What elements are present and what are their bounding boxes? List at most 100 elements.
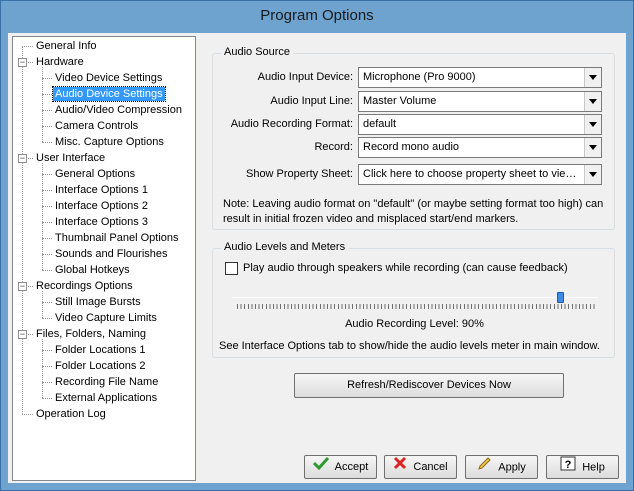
tree-item[interactable]: Folder Locations 2 [53,359,148,373]
tree-item[interactable]: Interface Options 3 [53,215,150,229]
cancel-label: Cancel [413,461,448,474]
program-options-window: Program Options General Info Hardware − Vid… [0,0,634,491]
property-sheet-select[interactable]: Click here to choose property sheet to v… [358,164,602,185]
tree-connector [42,142,52,143]
tree-item[interactable]: Camera Controls [53,119,140,133]
tree-item[interactable]: Audio Device Settings [52,86,166,102]
tree-item[interactable]: Global Hotkeys [53,263,132,277]
tree-item[interactable]: General Info [34,39,99,53]
record-value: Record mono audio [363,141,460,153]
audio-recording-format-value: default [363,118,397,130]
window-frame-left [1,33,8,490]
refresh-devices-button[interactable]: Refresh/Rediscover Devices Now [294,373,564,398]
recording-level-track[interactable] [232,297,598,298]
tree-connector [42,291,43,318]
tree-connector [42,254,52,255]
svg-text:?: ? [565,459,572,471]
tree-connector [42,302,52,303]
audio-input-line-label: Audio Input Line: [270,95,353,107]
checkmark-icon [312,456,329,478]
title-bar[interactable]: Program Options [1,1,633,33]
audio-input-device-label: Audio Input Device: [257,71,353,83]
tree-item[interactable]: Video Device Settings [53,71,164,85]
tree-item[interactable]: Folder Locations 1 [53,343,148,357]
options-tree[interactable]: General Info Hardware − Video Device Settin… [12,36,196,481]
tree-connector [22,46,33,47]
chevron-down-icon[interactable] [584,138,601,157]
tree-connector [42,270,52,271]
tree-connector [42,366,52,367]
play-through-label[interactable]: Play audio through speakers while record… [243,262,568,274]
audio-source-group: Audio Source Audio Input Device: Microph… [212,46,615,230]
tree-connector [42,206,52,207]
accept-label: Accept [334,461,369,474]
window-title: Program Options [260,7,374,24]
tree-connector [42,94,52,95]
record-select[interactable]: Record mono audio [358,137,602,158]
tree-item[interactable]: Sounds and Flourishes [53,247,170,261]
tree-item[interactable]: Interface Options 2 [53,199,150,213]
tree-item[interactable]: Misc. Capture Options [53,135,166,149]
collapse-icon[interactable]: − [18,58,27,67]
recording-level-ticks [237,304,595,309]
window-frame-bottom [1,483,633,490]
chevron-down-icon[interactable] [584,115,601,134]
tree-connector [42,78,52,79]
chevron-down-icon[interactable] [584,68,601,87]
audio-input-line-value: Master Volume [363,95,437,107]
apply-label: Apply [498,461,526,474]
tree-item[interactable]: Hardware [34,55,86,69]
tree-connector [42,238,52,239]
audio-recording-format-select[interactable]: default [358,114,602,135]
accept-button[interactable]: Accept [304,455,377,479]
audio-levels-title: Audio Levels and Meters [221,241,349,253]
tree-connector [42,222,52,223]
audio-format-note: Note: Leaving audio format on "default" … [223,198,604,225]
recording-level-slider-thumb[interactable] [557,292,565,303]
tree-item[interactable]: Still Image Bursts [53,295,143,309]
tree-connector [42,350,52,351]
tree-connector [42,318,52,319]
tree-item[interactable]: Recording File Name [53,375,160,389]
collapse-icon[interactable]: − [18,154,27,163]
tree-item[interactable]: Recordings Options [34,279,135,293]
chevron-down-icon[interactable] [584,92,601,111]
tree-item[interactable]: Video Capture Limits [53,311,159,325]
audio-input-device-value: Microphone (Pro 9000) [363,71,476,83]
audio-source-title: Audio Source [221,46,294,58]
audio-input-device-select[interactable]: Microphone (Pro 9000) [358,67,602,88]
audio-recording-format-label: Audio Recording Format: [230,118,353,130]
apply-button[interactable]: Apply [465,455,538,479]
tree-connector [42,126,52,127]
tree-item[interactable]: User Interface [34,151,107,165]
tree-item[interactable]: General Options [53,167,137,181]
tree-item[interactable]: Files, Folders, Naming [34,327,148,341]
help-icon: ? [560,456,576,479]
recording-level-label: Audio Recording Level: 90% [345,318,484,330]
chevron-down-icon[interactable] [584,165,601,184]
help-label: Help [582,461,605,474]
record-label: Record: [314,141,353,153]
tree-item[interactable]: Thumbnail Panel Options [53,231,181,245]
tree-item[interactable]: Interface Options 1 [53,183,150,197]
window-frame-right [626,33,633,490]
tree-item[interactable]: External Applications [53,391,159,405]
refresh-devices-label: Refresh/Rediscover Devices Now [347,379,511,392]
show-property-sheet-label: Show Property Sheet: [245,168,353,180]
property-sheet-value: Click here to choose property sheet to v… [363,168,582,180]
audio-levels-group: Audio Levels and Meters Play audio throu… [212,241,615,358]
tree-connector [42,110,52,111]
play-through-checkbox[interactable] [225,262,238,275]
cancel-button[interactable]: Cancel [384,455,457,479]
close-icon [393,456,407,478]
collapse-icon[interactable]: − [18,282,27,291]
help-button[interactable]: ? Help [546,455,619,479]
tree-connector [42,398,52,399]
tree-connector [42,174,52,175]
collapse-icon[interactable]: − [18,330,27,339]
tree-item[interactable]: Operation Log [34,407,108,421]
tree-item[interactable]: Audio/Video Compression [53,103,184,117]
tree-connector [42,339,43,398]
tree-connector [42,382,52,383]
audio-input-line-select[interactable]: Master Volume [358,91,602,112]
